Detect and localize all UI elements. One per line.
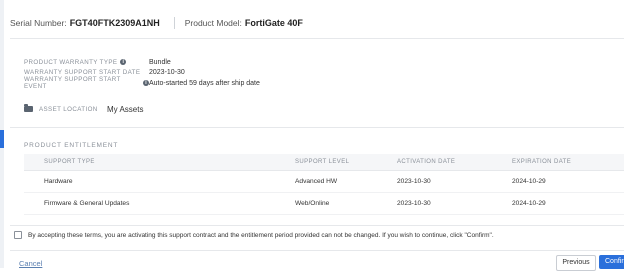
table-row: Firmware & General Updates Web/Online 20… <box>24 192 624 215</box>
warranty-type-key: PRODUCT WARRANTY TYPE i <box>24 59 149 66</box>
support-start-event-row: WARRANTY SUPPORT START EVENT i Auto-start… <box>24 76 260 90</box>
entitlement-table: SUPPORT TYPE SUPPORT LEVEL ACTIVATION DA… <box>24 154 624 215</box>
previous-button[interactable]: Previous <box>556 255 596 271</box>
section-divider <box>10 225 624 226</box>
asset-location-value: My Assets <box>107 104 144 114</box>
folder-icon <box>24 104 33 112</box>
table-header-row: SUPPORT TYPE SUPPORT LEVEL ACTIVATION DA… <box>24 154 624 171</box>
support-start-date-key: WARRANTY SUPPORT START DATE <box>24 69 149 76</box>
serial-number-label: Serial Number: <box>10 18 67 28</box>
section-divider <box>10 127 624 128</box>
terms-acceptance: By accepting these terms, you are activa… <box>14 231 494 239</box>
column-header-activation-date: ACTIVATION DATE <box>397 154 512 171</box>
info-icon[interactable]: i <box>120 59 127 66</box>
support-level-cell: Advanced HW <box>295 170 397 193</box>
footer-divider <box>10 250 624 251</box>
support-start-date-value: 2023-10-30 <box>149 69 185 77</box>
cancel-link[interactable]: Cancel <box>19 259 42 268</box>
terms-checkbox[interactable] <box>14 231 22 239</box>
asset-location-label: ASSET LOCATION <box>39 105 98 113</box>
warranty-info: PRODUCT WARRANTY TYPE i Bundle WARRANTY S… <box>24 57 260 91</box>
column-header-support-level: SUPPORT LEVEL <box>295 154 397 171</box>
warranty-type-label: PRODUCT WARRANTY TYPE <box>24 58 118 66</box>
support-level-cell: Web/Online <box>295 192 397 215</box>
left-edge-strip <box>0 0 4 268</box>
header-divider <box>173 17 175 29</box>
column-header-support-type: SUPPORT TYPE <box>24 154 295 171</box>
support-start-event-key: WARRANTY SUPPORT START EVENT i <box>24 76 149 90</box>
serial-number-value: FGT40FTK2309A1NH <box>69 18 160 28</box>
support-start-date-label: WARRANTY SUPPORT START DATE <box>24 69 141 77</box>
terms-text: By accepting these terms, you are activa… <box>28 231 494 239</box>
support-start-event-label: WARRANTY SUPPORT START EVENT <box>24 76 121 91</box>
expiration-date-cell: 2024-10-29 <box>512 192 624 215</box>
device-header: Serial Number: FGT40FTK2309A1NH Product … <box>10 8 624 39</box>
warranty-type-value: Bundle <box>149 58 171 66</box>
product-model-label: Product Model: <box>184 18 242 28</box>
support-type-cell: Hardware <box>24 170 295 193</box>
activation-date-cell: 2023-10-30 <box>397 192 512 215</box>
asset-location: ASSET LOCATION My Assets <box>24 101 143 117</box>
expiration-date-cell: 2024-10-29 <box>512 170 624 193</box>
product-model-value: FortiGate 40F <box>244 18 303 28</box>
warranty-type-row: PRODUCT WARRANTY TYPE i Bundle <box>24 57 260 68</box>
confirm-button[interactable]: Confirm <box>599 255 624 269</box>
column-header-expiration-date: EXPIRATION DATE <box>512 154 624 171</box>
support-start-event-value: Auto-started 59 days after ship date <box>149 79 260 87</box>
activation-date-cell: 2023-10-30 <box>397 170 512 193</box>
table-row: Hardware Advanced HW 2023-10-30 2024-10-… <box>24 170 624 193</box>
entitlement-title: PRODUCT ENTITLEMENT <box>24 142 119 149</box>
left-edge-accent <box>0 130 4 148</box>
support-type-cell: Firmware & General Updates <box>24 192 295 215</box>
